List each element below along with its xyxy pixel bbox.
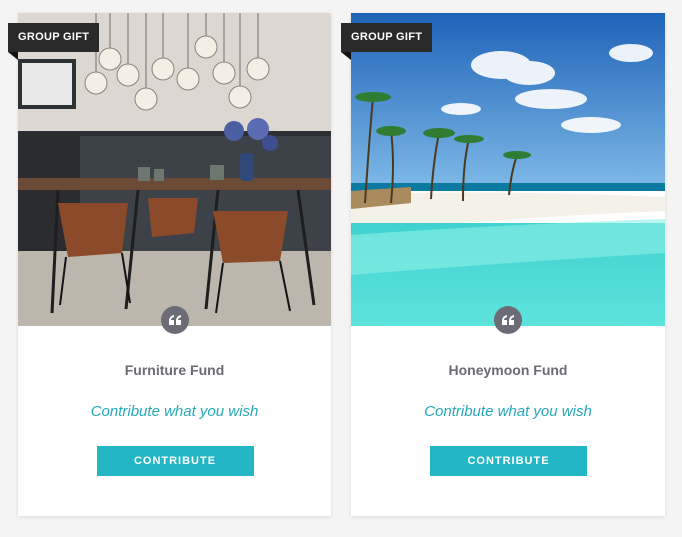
group-gift-badge: GROUP GIFT xyxy=(8,23,100,52)
quote-icon xyxy=(494,306,522,334)
contribute-button[interactable]: CONTRIBUTE xyxy=(96,446,254,476)
badge-fold xyxy=(341,52,351,60)
gift-title: Furniture Fund xyxy=(124,362,225,378)
badge-fold xyxy=(8,52,18,60)
gift-card-furniture: GROUP GIFT Furniture Fund Contribute wha… xyxy=(8,13,331,516)
contribute-button[interactable]: CONTRIBUTE xyxy=(430,446,587,476)
group-gift-badge: GROUP GIFT xyxy=(341,23,433,52)
gift-subtitle: Contribute what you wish xyxy=(424,403,592,420)
quote-icon xyxy=(160,306,189,334)
dining-room-photo xyxy=(18,13,331,326)
gift-title: Honeymoon Fund xyxy=(448,362,568,378)
gift-subtitle: Contribute what you wish xyxy=(90,403,259,420)
tropical-beach-photo xyxy=(351,13,665,326)
gift-card-honeymoon: GROUP GIFT Honeymoon Fund Contribute wha… xyxy=(341,13,665,516)
